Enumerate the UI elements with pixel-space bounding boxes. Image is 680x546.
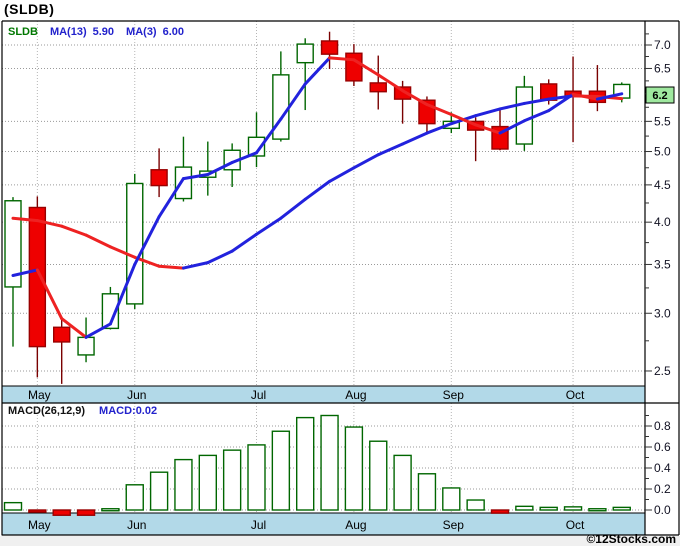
macd-bar xyxy=(52,509,71,516)
month-label: May xyxy=(28,518,51,532)
price-axis-label: 5.0 xyxy=(654,145,671,159)
macd-bar xyxy=(76,509,96,516)
candle-body xyxy=(369,82,387,93)
ma13-line-segment xyxy=(157,264,185,270)
ma13-line-segment xyxy=(181,261,210,270)
ma3-value: 6.00 xyxy=(162,26,185,38)
price-month-strip xyxy=(1,385,646,404)
price-axis-label: 3.5 xyxy=(654,257,671,271)
ma13-line-segment xyxy=(84,233,112,249)
macd-bar xyxy=(417,473,437,511)
macd-axis-label: 0.4 xyxy=(654,461,671,475)
macd-value-label: MACD:0.02 xyxy=(99,405,158,417)
ma13-line-segment xyxy=(279,197,307,220)
candle-body xyxy=(28,206,47,348)
price-axis-label: 2.5 xyxy=(654,364,671,378)
month-label: May xyxy=(28,388,51,402)
macd-bar xyxy=(28,509,47,513)
price-axis-label: 4.5 xyxy=(654,178,671,192)
macd-bar xyxy=(222,449,242,511)
month-label: Jul xyxy=(251,518,266,532)
ma13-value: 5.90 xyxy=(92,26,115,38)
macd-bar xyxy=(198,454,218,511)
price-legend: SLDB MA(13) 5.90 MA(3) 6.00 xyxy=(8,26,196,38)
ma13-line-segment xyxy=(474,107,502,118)
ma13-line-segment xyxy=(255,216,283,236)
macd-bar xyxy=(247,444,266,511)
ma3-line-segment xyxy=(84,322,112,339)
month-label: Jun xyxy=(127,388,146,402)
candle-body xyxy=(515,86,534,145)
ma13-line-segment xyxy=(328,166,356,183)
macd-bar xyxy=(296,416,315,511)
stock-chart-page: (SLDB) May May Jun Jun Jul Jul Aug Aug Sep Sep Oct… xyxy=(0,0,680,546)
macd-bar xyxy=(612,506,631,511)
candle-body xyxy=(320,40,339,55)
candle-body xyxy=(150,169,168,187)
macd-bar xyxy=(344,426,364,511)
macd-bar xyxy=(149,471,169,511)
ma3-line-segment xyxy=(328,56,356,62)
macd-params-label: MACD(26,12,9) xyxy=(8,405,86,417)
ma13-line-segment xyxy=(401,131,429,146)
macd-axis-label: 0.2 xyxy=(654,482,671,496)
ma3-label: MA(3) xyxy=(126,26,157,38)
ma13-line-segment xyxy=(230,232,258,253)
macd-bar xyxy=(539,506,558,511)
chart-canvas[interactable]: May May Jun Jun Jul Jul Aug Aug Sep Sep Oct Oct 7.0 6… xyxy=(0,0,680,546)
macd-bar xyxy=(101,508,120,512)
month-label: Sep xyxy=(443,518,465,532)
candle-body xyxy=(272,74,290,140)
ma13-line-segment xyxy=(352,153,380,170)
month-label: Sep xyxy=(443,388,465,402)
macd-month-strip xyxy=(1,512,646,536)
macd-bar xyxy=(442,487,461,511)
ma13-line-segment xyxy=(206,249,234,265)
ma13-label: MA(13) xyxy=(49,26,87,38)
month-label: Jun xyxy=(127,518,146,532)
price-axis-label: 5.5 xyxy=(654,114,671,128)
candle-body xyxy=(345,52,363,82)
price-axis-label: 6.5 xyxy=(654,61,671,75)
macd-legend: MACD(26,12,9) MACD:0.02 xyxy=(8,405,157,417)
macd-bar xyxy=(490,509,510,514)
month-label: Oct xyxy=(566,518,585,532)
month-label: Aug xyxy=(345,518,366,532)
ma13-line-segment xyxy=(303,179,332,201)
month-label: Oct xyxy=(566,388,585,402)
macd-bar xyxy=(174,458,193,511)
watermark-link[interactable]: ©12Stocks.com xyxy=(586,532,676,546)
macd-bar xyxy=(3,501,23,511)
macd-axis-label: 0.0 xyxy=(654,503,671,517)
candle-body xyxy=(296,43,314,64)
candle-body xyxy=(126,182,144,305)
candle-body xyxy=(77,336,95,356)
macd-bar xyxy=(320,414,339,511)
macd-bar xyxy=(515,505,534,511)
macd-bar xyxy=(466,499,485,511)
ma13-line-segment xyxy=(60,224,88,237)
price-axis-label: 4.0 xyxy=(654,215,671,229)
candle-body xyxy=(174,166,193,200)
macd-bar xyxy=(271,430,291,511)
month-label: Jul xyxy=(251,388,266,402)
candle-body xyxy=(53,326,71,343)
last-price-badge-text: 6.2 xyxy=(652,90,667,102)
macd-axis-label: 0.8 xyxy=(654,419,671,433)
price-axis-label: 3.0 xyxy=(654,306,671,320)
macd-bar xyxy=(369,440,388,511)
price-axis-label: 7.0 xyxy=(654,38,671,52)
month-label: Aug xyxy=(345,388,366,402)
ticker-symbol: SLDB xyxy=(8,26,38,38)
macd-bar xyxy=(563,506,583,511)
ma13-line-segment xyxy=(376,142,405,157)
macd-axis-label: 0.6 xyxy=(654,440,671,454)
macd-bar xyxy=(125,484,144,511)
macd-bar xyxy=(588,508,607,512)
macd-bar xyxy=(393,454,412,511)
bottom-band xyxy=(0,536,680,546)
